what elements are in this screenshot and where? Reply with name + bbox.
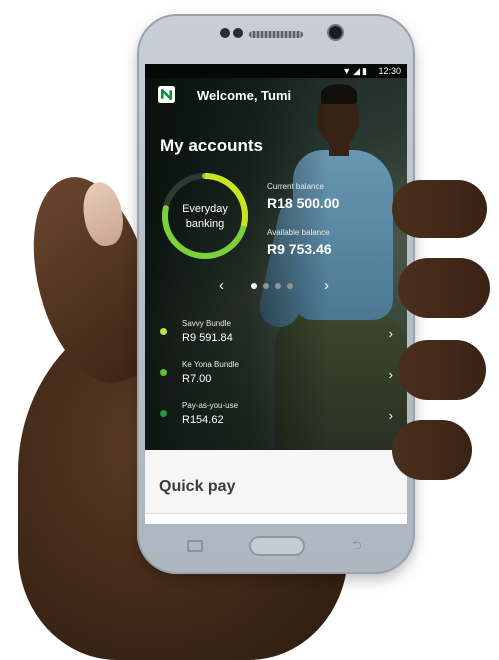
phone-screen: ▼◢▮ 12:30 Welcome, Tumi My accounts Ever… [145, 64, 407, 524]
ring-label-line2: banking [185, 218, 225, 230]
account-name: Savvy Bundle [182, 319, 231, 328]
chevron-right-icon: › [388, 326, 393, 341]
proximity-sensor [220, 28, 230, 38]
available-balance-label: Available balance [267, 228, 330, 237]
light-sensor [233, 28, 243, 38]
current-balance-label: Current balance [267, 182, 324, 191]
available-balance-value: R9 753.46 [267, 241, 332, 257]
phone-device: ▼◢▮ 12:30 Welcome, Tumi My accounts Ever… [137, 14, 415, 574]
account-status-dot [160, 410, 167, 417]
nedbank-logo-icon[interactable] [158, 86, 175, 103]
recent-apps-icon[interactable] [187, 540, 203, 552]
status-bar: ▼◢▮ 12:30 [145, 64, 407, 78]
hand-finger [398, 340, 486, 400]
welcome-text: Welcome, Tumi [197, 88, 292, 103]
account-row-savvy-bundle[interactable]: Savvy Bundle R9 591.84 › [145, 316, 407, 356]
account-status-dot [160, 369, 167, 376]
home-button[interactable] [249, 536, 305, 556]
carousel-dot[interactable] [287, 283, 293, 289]
account-value: R7.00 [182, 373, 212, 385]
status-time: 12:30 [378, 66, 401, 76]
account-carousel: ‹ › [219, 278, 329, 294]
ring-label-line1: Everyday [182, 203, 228, 215]
ring-label: Everyday banking [159, 202, 251, 232]
hand-finger [398, 258, 490, 318]
account-name: Ke Yona Bundle [182, 360, 239, 369]
carousel-prev-icon[interactable]: ‹ [219, 278, 224, 294]
carousel-dot[interactable] [263, 283, 269, 289]
account-name: Pay-as-you-use [182, 401, 239, 410]
current-balance-value: R18 500.00 [267, 195, 340, 211]
accounts-hero: Welcome, Tumi My accounts Everyday banki… [145, 78, 407, 450]
carousel-next-icon[interactable]: › [324, 278, 329, 294]
quick-pay-divider [145, 513, 407, 524]
account-value: R154.62 [182, 414, 224, 426]
quick-pay-card[interactable]: Quick pay [145, 450, 407, 524]
earpiece-speaker [249, 31, 303, 38]
carousel-dot[interactable] [275, 283, 281, 289]
page-title: My accounts [160, 136, 263, 155]
quick-pay-title: Quick pay [159, 478, 236, 495]
hero-content: Welcome, Tumi My accounts Everyday banki… [145, 78, 407, 450]
carousel-dot[interactable] [251, 283, 257, 289]
front-camera [329, 26, 342, 39]
chevron-right-icon: › [388, 408, 393, 423]
status-icons: ▼◢▮ [342, 66, 369, 76]
account-status-dot [160, 328, 167, 335]
chevron-right-icon: › [388, 367, 393, 382]
account-value: R9 591.84 [182, 332, 233, 344]
account-row-ke-yona-bundle[interactable]: Ke Yona Bundle R7.00 › [145, 357, 407, 397]
back-icon[interactable]: ⮌ [349, 539, 365, 551]
account-row-pay-as-you-use[interactable]: Pay-as-you-use R154.62 › [145, 398, 407, 438]
